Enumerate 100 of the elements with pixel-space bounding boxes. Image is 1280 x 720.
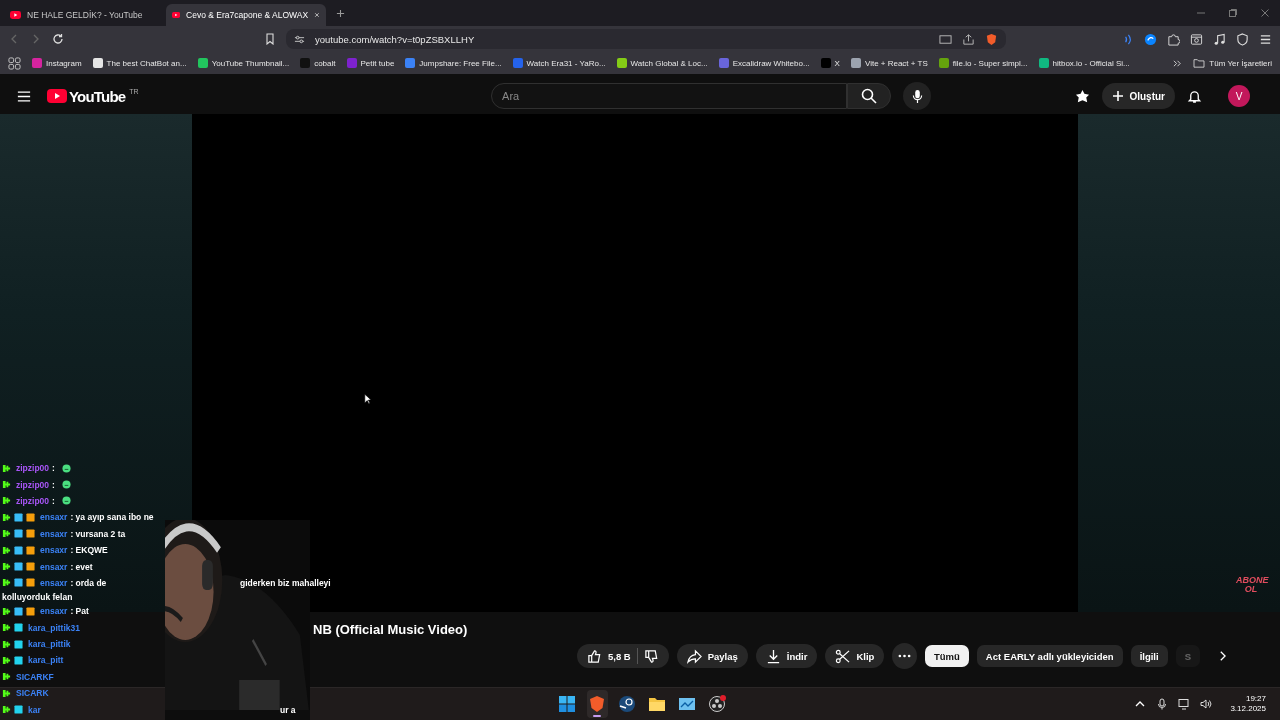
create-button[interactable]: Oluştur (1102, 83, 1175, 109)
restore-icon[interactable] (1228, 8, 1238, 18)
sub-badge-icon (14, 606, 23, 616)
thumbs-up-icon[interactable] (587, 648, 602, 664)
like-dislike-control[interactable]: 5,8 B (577, 644, 669, 668)
bookmark-item[interactable]: cobalt (300, 58, 336, 68)
chat-username: ensaxr (40, 577, 68, 588)
bookmark-item[interactable]: hitbox.io - Official Si... (1038, 58, 1130, 68)
k-badge-icon (2, 463, 11, 473)
bookmark-item[interactable]: Instagram (32, 58, 82, 68)
browser-tab[interactable]: Cevo & Era7capone & ALOWAX (166, 4, 326, 26)
monitor-icon[interactable] (1178, 698, 1191, 710)
settings-icon[interactable] (294, 33, 305, 45)
emote-icon (61, 480, 71, 490)
k-badge-icon (2, 623, 11, 633)
bookmark-item[interactable]: Jumpshare: Free File... (405, 58, 502, 68)
menu-icon[interactable] (17, 90, 31, 102)
chat-username: kara_pittik (28, 639, 71, 650)
shield-icon[interactable] (1236, 32, 1249, 46)
emote-icon (61, 463, 71, 473)
search-button[interactable] (847, 83, 892, 109)
address-field[interactable]: youtube.com/watch?v=t0pZSBXLLHY (286, 29, 1006, 49)
filter-chip[interactable]: Act EARLY adlı yükleyiciden (976, 645, 1123, 667)
menu-icon[interactable] (1259, 32, 1272, 46)
music-icon[interactable] (1213, 32, 1226, 46)
more-icon[interactable] (898, 654, 912, 658)
chat-message: : ya ayıp sana ibo ne (70, 512, 154, 523)
plus-icon[interactable] (1112, 90, 1125, 102)
monitor-icon[interactable] (678, 695, 697, 713)
avatar[interactable]: V (1228, 85, 1250, 107)
filter-chip[interactable]: İlgili (1130, 645, 1168, 667)
bookmark-icon[interactable] (264, 33, 276, 45)
windows-icon[interactable] (558, 695, 577, 713)
window-search-icon[interactable] (1190, 32, 1203, 46)
youtube-logo[interactable]: YouTube $^{TR}$ (47, 87, 139, 105)
action-button[interactable]: İndir (755, 644, 818, 668)
more-bookmarks-button[interactable] (1173, 58, 1183, 68)
chat-message: ur a (280, 704, 296, 715)
bookmark-item[interactable]: Excalidraw Whitebo... (718, 58, 810, 68)
chat-username: zipzip00 (16, 495, 50, 506)
new-tab-icon[interactable] (336, 8, 345, 18)
k-badge-icon (2, 656, 11, 665)
chat-username: kara_pitt (28, 655, 64, 666)
cast-icon[interactable] (939, 32, 952, 46)
k-badge-icon (2, 578, 11, 588)
chat-message: : (52, 495, 55, 506)
clock-time: 19:27 (1245, 693, 1266, 704)
search-field[interactable]: Ara (491, 83, 848, 109)
action-button[interactable]: Paylaş (676, 644, 748, 668)
k-badge-icon (2, 480, 11, 490)
chat-message: kolluyorduk felan (2, 592, 73, 603)
thumbs-down-icon[interactable] (643, 648, 659, 664)
filter-chip[interactable]: Tümü (925, 645, 969, 667)
speaker-icon[interactable] (1200, 698, 1213, 710)
action-button[interactable]: Klip (825, 644, 885, 668)
k-badge-icon (2, 672, 11, 682)
bookmark-item[interactable]: The best ChatBot an... (92, 58, 187, 68)
chat-username: ensaxr (40, 545, 68, 556)
reload-icon[interactable] (52, 33, 64, 45)
chevron-right-icon[interactable] (1218, 650, 1227, 662)
microphone-icon[interactable] (911, 88, 923, 104)
chat-username: zipzip00 (16, 479, 50, 490)
apps-icon[interactable] (8, 56, 21, 70)
circle-icon[interactable] (1144, 32, 1157, 46)
chat-message: : Pat (70, 606, 89, 617)
bookmark-item[interactable]: YouTube Thumbnail... (197, 58, 290, 68)
microphone-icon[interactable] (1156, 698, 1169, 710)
chat-message: : EKQWE (70, 545, 108, 556)
bookmark-item[interactable]: Petit tube (346, 58, 395, 68)
k-badge-icon (2, 705, 11, 715)
share-icon[interactable] (962, 32, 975, 46)
cursor-icon (364, 393, 372, 405)
browser-tab[interactable]: NE HALE GELDİK? - YouTube (4, 4, 164, 26)
bookmark-item[interactable]: Watch Global & Loc... (616, 58, 708, 68)
close-icon[interactable] (1260, 8, 1270, 18)
all-bookmarks-button[interactable]: Tüm Yer İşaretleri (1193, 58, 1272, 68)
voice-search-button[interactable] (903, 82, 932, 110)
clock-date: 3.12.2025 (1230, 704, 1266, 715)
folder-icon[interactable] (648, 695, 667, 713)
k-badge-icon (2, 639, 11, 649)
download-icon[interactable] (765, 648, 781, 664)
steam-icon[interactable] (618, 695, 637, 713)
chat-username: ensaxr (40, 606, 68, 617)
bookmark-item[interactable]: X (820, 58, 840, 68)
bell-icon[interactable] (1187, 88, 1202, 104)
chat-username: SICARKF (16, 671, 54, 682)
more-button[interactable] (892, 643, 918, 669)
scissors-icon[interactable] (835, 648, 851, 664)
chat-username: kar (28, 704, 41, 715)
puzzle-icon[interactable] (1167, 32, 1180, 46)
youtube-icon (172, 11, 181, 19)
bookmark-item[interactable]: Vite + React + TS (850, 58, 928, 68)
chat-username: ensaxr (40, 561, 68, 572)
k-badge-icon (2, 545, 11, 555)
chat-message: : vursana 2 ta (70, 528, 126, 539)
youtube-icon (10, 11, 21, 19)
bookmark-item[interactable]: Watch Era31 - YaRo... (512, 58, 606, 68)
k-badge-icon (2, 512, 11, 522)
search-icon[interactable] (861, 88, 878, 104)
bookmark-item[interactable]: file.io - Super simpl... (938, 58, 1028, 68)
